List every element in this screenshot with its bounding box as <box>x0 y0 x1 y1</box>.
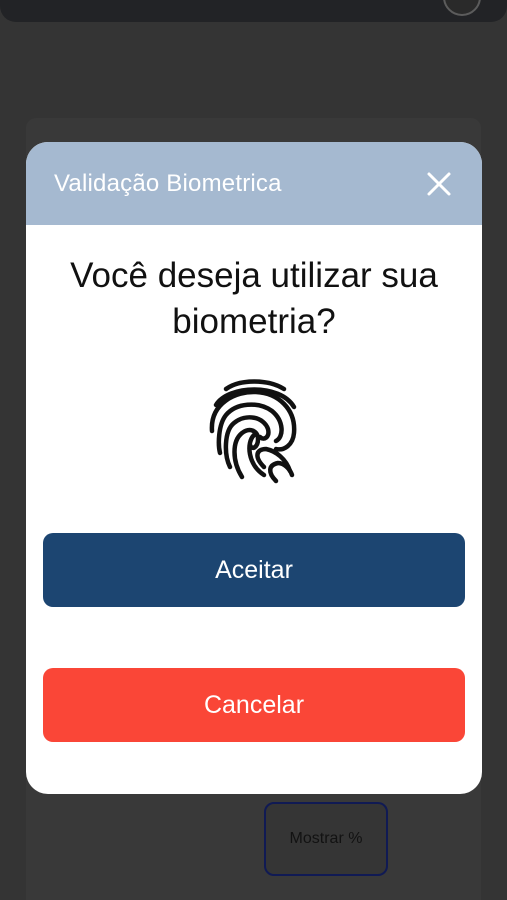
biometric-question: Você deseja utilizar sua biometria? <box>70 256 438 341</box>
accept-button[interactable]: Aceitar <box>43 533 465 607</box>
cancel-button[interactable]: Cancelar <box>43 668 465 742</box>
close-button[interactable] <box>424 169 454 199</box>
close-icon <box>427 172 451 195</box>
screen: Mostrar % Validação Biometrica Você dese… <box>0 0 507 900</box>
background-top-bar <box>0 0 507 22</box>
dialog-title: Validação Biometrica <box>54 169 282 197</box>
biometric-dialog: Validação Biometrica Você deseja utiliza… <box>26 142 482 794</box>
fingerprint-container <box>26 375 482 487</box>
dialog-header: Validação Biometrica <box>26 142 482 225</box>
show-percent-button: Mostrar % <box>264 802 388 876</box>
fingerprint-icon <box>209 379 297 484</box>
